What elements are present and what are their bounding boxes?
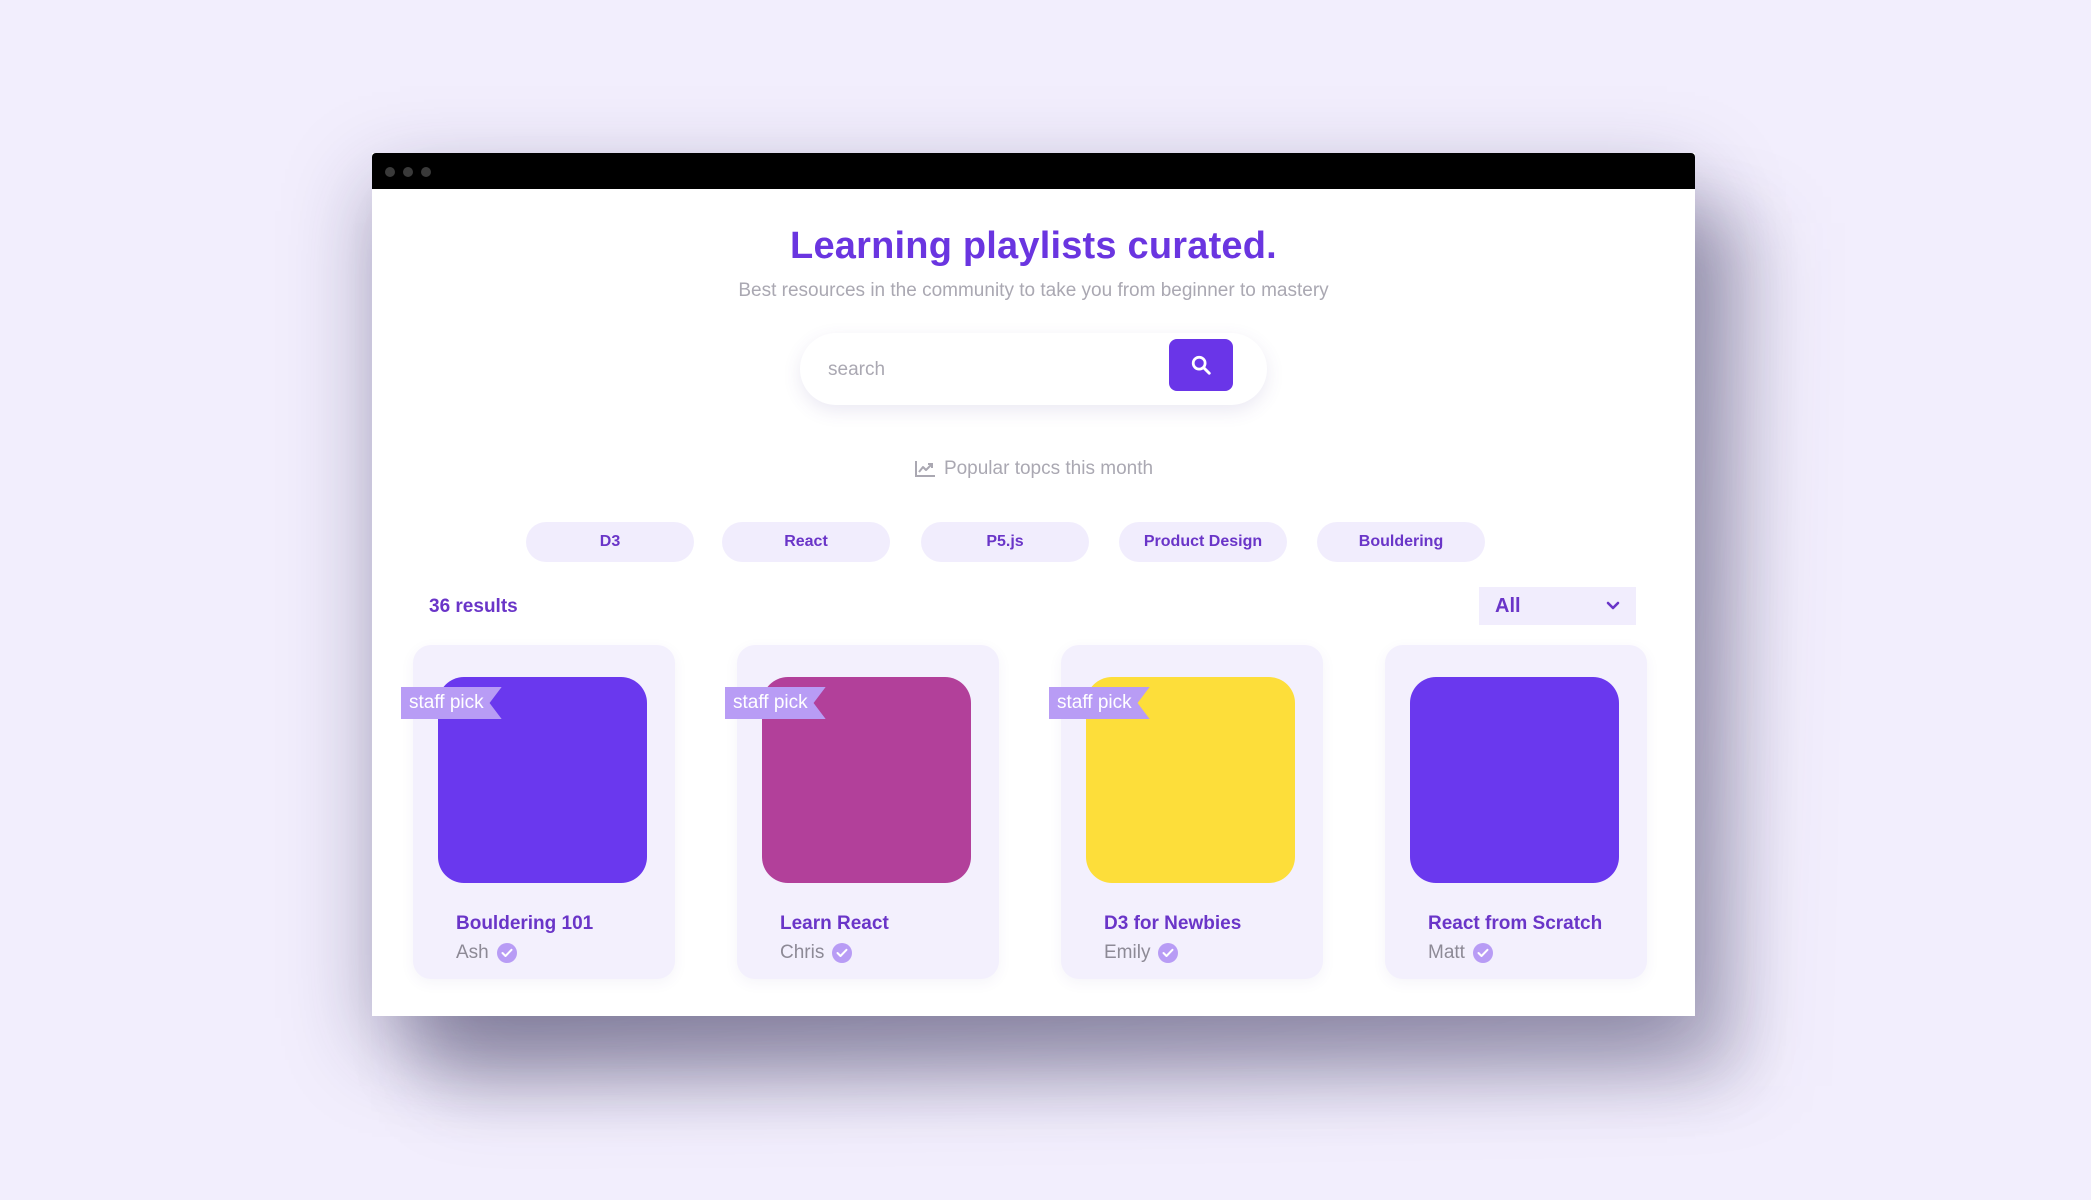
topic-chip-p5js[interactable]: P5.js (921, 522, 1089, 562)
results-count: 36 results (429, 596, 518, 617)
playlist-thumbnail (1410, 677, 1619, 883)
popular-topics-heading: Popular topcs this month (372, 458, 1695, 480)
playlist-title: Bouldering 101 (456, 913, 594, 934)
playlist-title: React from Scratch (1428, 913, 1603, 934)
verified-check-icon (1472, 943, 1493, 963)
window-dot-close[interactable] (385, 167, 395, 177)
filter-dropdown[interactable]: All (1479, 587, 1636, 625)
topic-chip-d3[interactable]: D3 (526, 522, 694, 562)
playlist-card-learn-react[interactable]: staff pick Learn React Chris (725, 645, 999, 979)
playlist-card-d3-for-newbies[interactable]: staff pick D3 for Newbies Emily (1049, 645, 1323, 979)
author-name: Emily (1104, 942, 1151, 963)
playlist-author: Ash (456, 942, 517, 964)
verified-check-icon (496, 943, 517, 963)
search-icon (1191, 355, 1211, 375)
staff-pick-badge: staff pick (725, 687, 826, 719)
page-subtitle: Best resources in the community to take … (738, 280, 1329, 301)
playlist-author: Chris (780, 942, 853, 964)
topic-chip-product-design[interactable]: Product Design (1119, 522, 1287, 562)
playlist-card-react-from-scratch[interactable]: React from Scratch Matt (1385, 645, 1647, 979)
playlist-card-bouldering-101[interactable]: staff pick Bouldering 101 Ash (401, 645, 675, 979)
topic-chip-bouldering[interactable]: Bouldering (1317, 522, 1485, 562)
playlist-author: Matt (1428, 942, 1493, 964)
author-name: Chris (780, 942, 825, 963)
browser-window: Learning playlists curated. Best resourc… (372, 153, 1695, 1016)
popular-topics-label: Popular topcs this month (943, 458, 1154, 479)
chevron-down-icon (1606, 601, 1620, 610)
window-dot-maximize[interactable] (421, 167, 431, 177)
author-name: Ash (456, 942, 489, 963)
author-name: Matt (1428, 942, 1465, 963)
playlist-author: Emily (1104, 942, 1179, 964)
window-dot-minimize[interactable] (403, 167, 413, 177)
playlist-title: Learn React (780, 913, 889, 934)
verified-check-icon (832, 943, 853, 963)
playlist-title: D3 for Newbies (1104, 913, 1242, 934)
window-titlebar (372, 153, 1695, 189)
staff-pick-badge: staff pick (401, 687, 502, 719)
page-title: Learning playlists curated. (790, 225, 1277, 267)
filter-selected-value: All (1495, 594, 1521, 617)
verified-check-icon (1158, 943, 1179, 963)
trending-chart-icon (914, 461, 935, 477)
search-input[interactable] (826, 355, 1130, 385)
topic-chip-react[interactable]: React (722, 522, 890, 562)
search-button[interactable] (1169, 339, 1233, 391)
staff-pick-badge: staff pick (1049, 687, 1150, 719)
